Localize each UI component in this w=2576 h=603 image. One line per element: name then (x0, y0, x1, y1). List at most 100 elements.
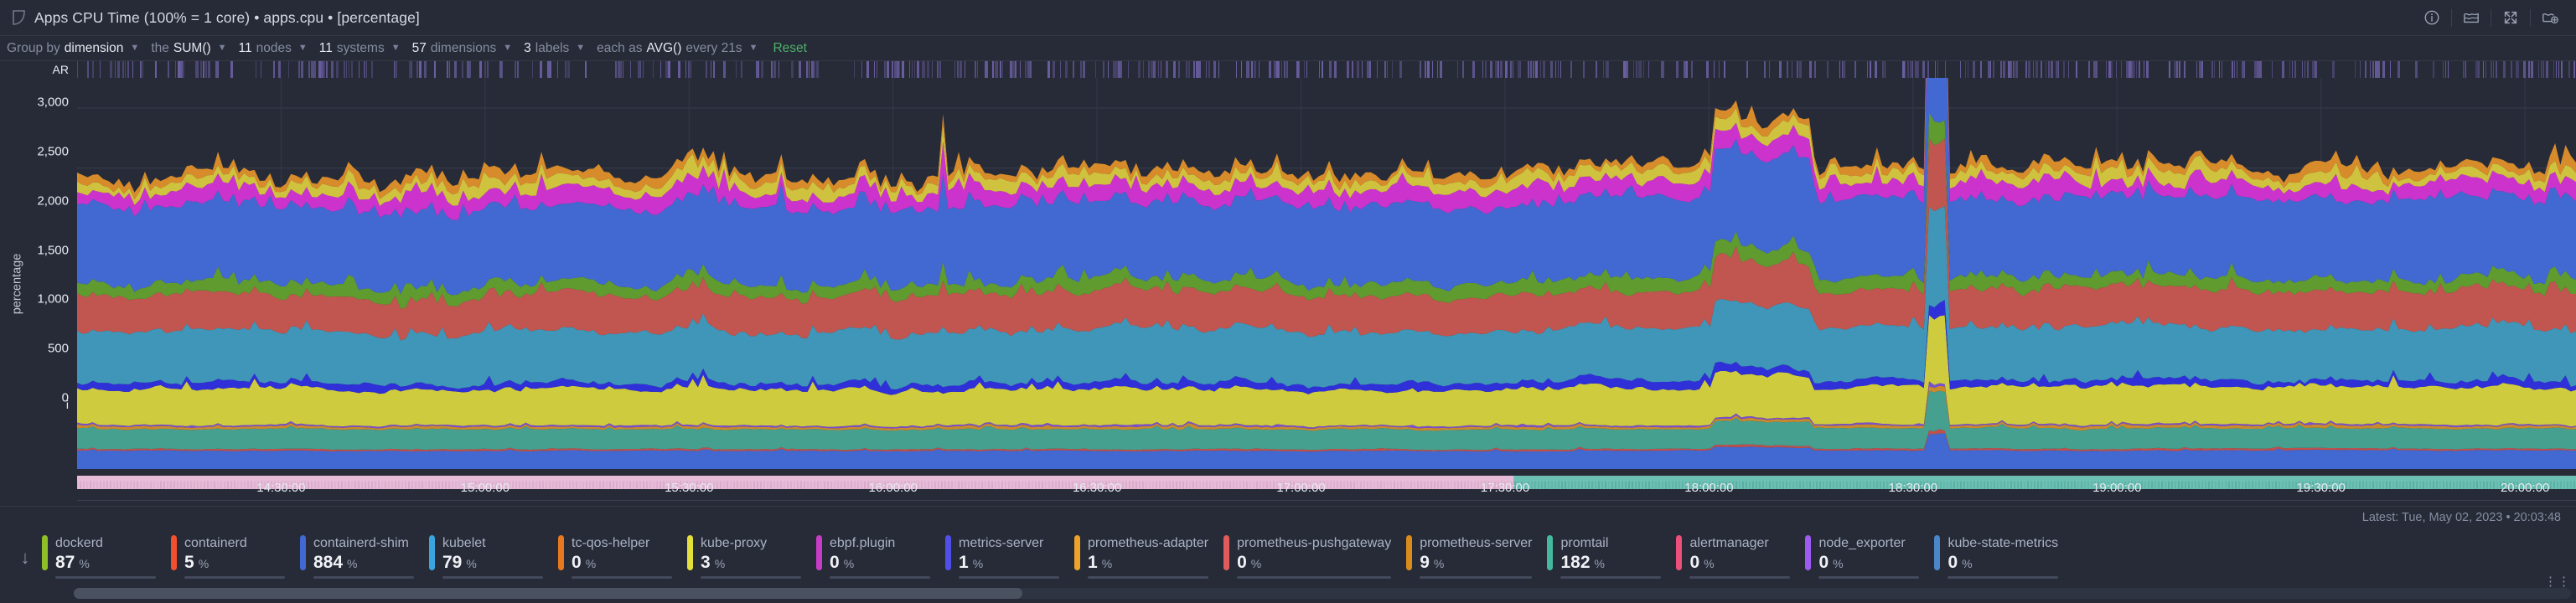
fullscreen-icon[interactable] (2496, 5, 2525, 30)
legend-section: Latest: Tue, May 02, 2023 • 20:03:48 ↓ d… (0, 506, 2576, 603)
toolbar-labels[interactable]: 3 labels ▼ (524, 41, 585, 56)
legend-item[interactable]: containerd 5% (171, 532, 300, 584)
legend-item-value: 182 (1560, 553, 1591, 572)
legend-item[interactable]: prometheus-server 9% (1406, 532, 1547, 584)
legend-item-unit: % (79, 557, 90, 570)
legend-item-name: ebpf.plugin (830, 536, 896, 550)
legend-item-unit: % (714, 557, 726, 570)
legend-item-value: 1 (1088, 553, 1098, 572)
chart-header: Apps CPU Time (100% = 1 core) • apps.cpu… (0, 0, 2576, 36)
legend-item[interactable]: node_exporter 0% (1805, 532, 1934, 584)
x-axis-tick: 15:00:00 (460, 481, 510, 495)
chevron-down-icon[interactable]: ▼ (298, 44, 308, 53)
x-axis-tick: 17:00:00 (1276, 481, 1326, 495)
legend-item-unit: % (843, 557, 855, 570)
reset-button[interactable]: Reset (773, 41, 807, 56)
legend-item-bar (1560, 576, 1662, 579)
x-axis-tick: 17:30:00 (1480, 481, 1530, 495)
header-actions (2418, 5, 2564, 30)
legend-color-swatch (1934, 535, 1941, 570)
legend-item[interactable]: alertmanager 0% (1676, 532, 1805, 584)
chevron-down-icon[interactable]: ▼ (218, 44, 227, 53)
toolbar-group-by[interactable]: Group by dimension ▼ (7, 41, 139, 56)
legend-item-unit: % (1704, 557, 1715, 570)
x-axis-tick: 18:00:00 (1684, 481, 1734, 495)
legend-item-bar (1948, 576, 2059, 579)
legend-item-value: 0 (1818, 553, 1829, 572)
legend-item[interactable]: dockerd 87% (42, 532, 171, 584)
legend-item-name: prometheus-adapter (1088, 536, 1209, 550)
legend-item-name: node_exporter (1818, 536, 1906, 550)
x-axis-tick: 19:00:00 (2092, 481, 2142, 495)
sort-descending-arrow-icon[interactable]: ↓ (8, 532, 42, 584)
toolbar-value: AVG() (646, 40, 682, 55)
legend-item[interactable]: kube-proxy 3% (687, 532, 816, 584)
toolbar-value: SUM() (173, 40, 211, 55)
legend-item-name: dockerd (55, 536, 103, 550)
legend-item-value: 3 (701, 553, 711, 572)
legend-item[interactable]: ebpf.plugin 0% (816, 532, 945, 584)
legend-color-swatch (1676, 535, 1683, 570)
chevron-down-icon[interactable]: ▼ (391, 44, 401, 53)
toolbar-dimensions[interactable]: 57 dimensions ▼ (412, 41, 513, 56)
legend-item-name: kube-state-metrics (1948, 536, 2059, 550)
legend-color-swatch (1805, 535, 1812, 570)
legend-item-name: containerd (184, 536, 247, 550)
x-axis-tick: 16:30:00 (1072, 481, 1122, 495)
legend-item-value: 9 (1420, 553, 1430, 572)
chevron-down-icon[interactable]: ▼ (503, 44, 512, 53)
stacked-area-chart[interactable] (77, 78, 2576, 469)
add-to-dashboard-icon[interactable] (2536, 5, 2564, 30)
legend-color-swatch (171, 535, 177, 570)
y-axis-tick: 1,500 (37, 243, 69, 258)
toolbar-nodes[interactable]: 11 nodes ▼ (239, 41, 308, 56)
y-axis-tick: 2,000 (37, 193, 69, 209)
legend-item[interactable]: kubelet 79% (429, 532, 558, 584)
toolbar-label: labels (535, 40, 570, 55)
toolbar-label: nodes (256, 40, 292, 55)
legend-item-unit: % (972, 557, 984, 570)
x-axis-tick: 20:00:00 (2500, 481, 2550, 495)
legend-item[interactable]: promtail 182% (1547, 532, 1676, 584)
toolbar-value: dimension (64, 40, 124, 55)
legend-item[interactable]: prometheus-adapter 1% (1074, 532, 1223, 584)
toolbar-label: dimensions (430, 40, 497, 55)
legend-item-name: metrics-server (959, 536, 1044, 550)
toolbar-aggregate[interactable]: the SUM() ▼ (151, 41, 226, 56)
chevron-down-icon[interactable]: ▼ (749, 44, 758, 53)
area-chart-icon[interactable] (2457, 5, 2485, 30)
x-axis-tick: 19:30:00 (2296, 481, 2346, 495)
chevron-down-icon[interactable]: ▼ (130, 44, 139, 53)
horizontal-scrollbar[interactable] (74, 588, 2571, 599)
anomaly-rate-band[interactable] (77, 61, 2576, 78)
plot-canvas[interactable] (77, 61, 2576, 506)
legend-color-swatch (429, 535, 435, 570)
legend-item[interactable]: prometheus-pushgateway 0% (1223, 532, 1406, 584)
legend-item[interactable]: metrics-server 1% (945, 532, 1074, 584)
legend-item-value: 0 (572, 553, 582, 572)
legend-item-bar (442, 576, 543, 579)
legend-color-swatch (42, 535, 48, 570)
more-options-icon[interactable]: ⋮⋮ (2544, 575, 2571, 588)
toolbar-time-agg[interactable]: each as AVG() every 21s ▼ (597, 41, 758, 56)
info-icon[interactable] (2418, 5, 2446, 30)
toolbar-systems[interactable]: 11 systems ▼ (319, 41, 401, 56)
legend-color-swatch (1406, 535, 1413, 570)
legend-item-name: kubelet (442, 536, 486, 550)
legend-item[interactable]: kube-state-metrics 0% (1934, 532, 2073, 584)
chart-toolbar: Group by dimension ▼ the SUM() ▼ 11 nodes ▼ 11 sys… (0, 36, 2576, 61)
chevron-down-icon[interactable]: ▼ (576, 44, 585, 53)
y-axis-anomaly-label: AR (52, 63, 69, 76)
toolbar-value: 57 (411, 40, 427, 55)
legend-item-unit: % (466, 557, 477, 570)
legend-item-unit: % (1594, 557, 1605, 570)
x-axis: 14:30:00 15:00:00 15:30:00 16:00:00 16:30:00… (77, 481, 2576, 499)
scrollbar-thumb[interactable] (74, 588, 1023, 599)
legend-item-bar (1237, 576, 1392, 579)
legend-color-swatch (1074, 535, 1080, 570)
legend-item-unit: % (1250, 557, 1262, 570)
y-axis-info-label: i (65, 398, 69, 411)
legend-item[interactable]: tc-qos-helper 0% (558, 532, 687, 584)
legend-item-value: 87 (55, 553, 75, 572)
legend-item[interactable]: containerd-shim 884% (300, 532, 429, 584)
